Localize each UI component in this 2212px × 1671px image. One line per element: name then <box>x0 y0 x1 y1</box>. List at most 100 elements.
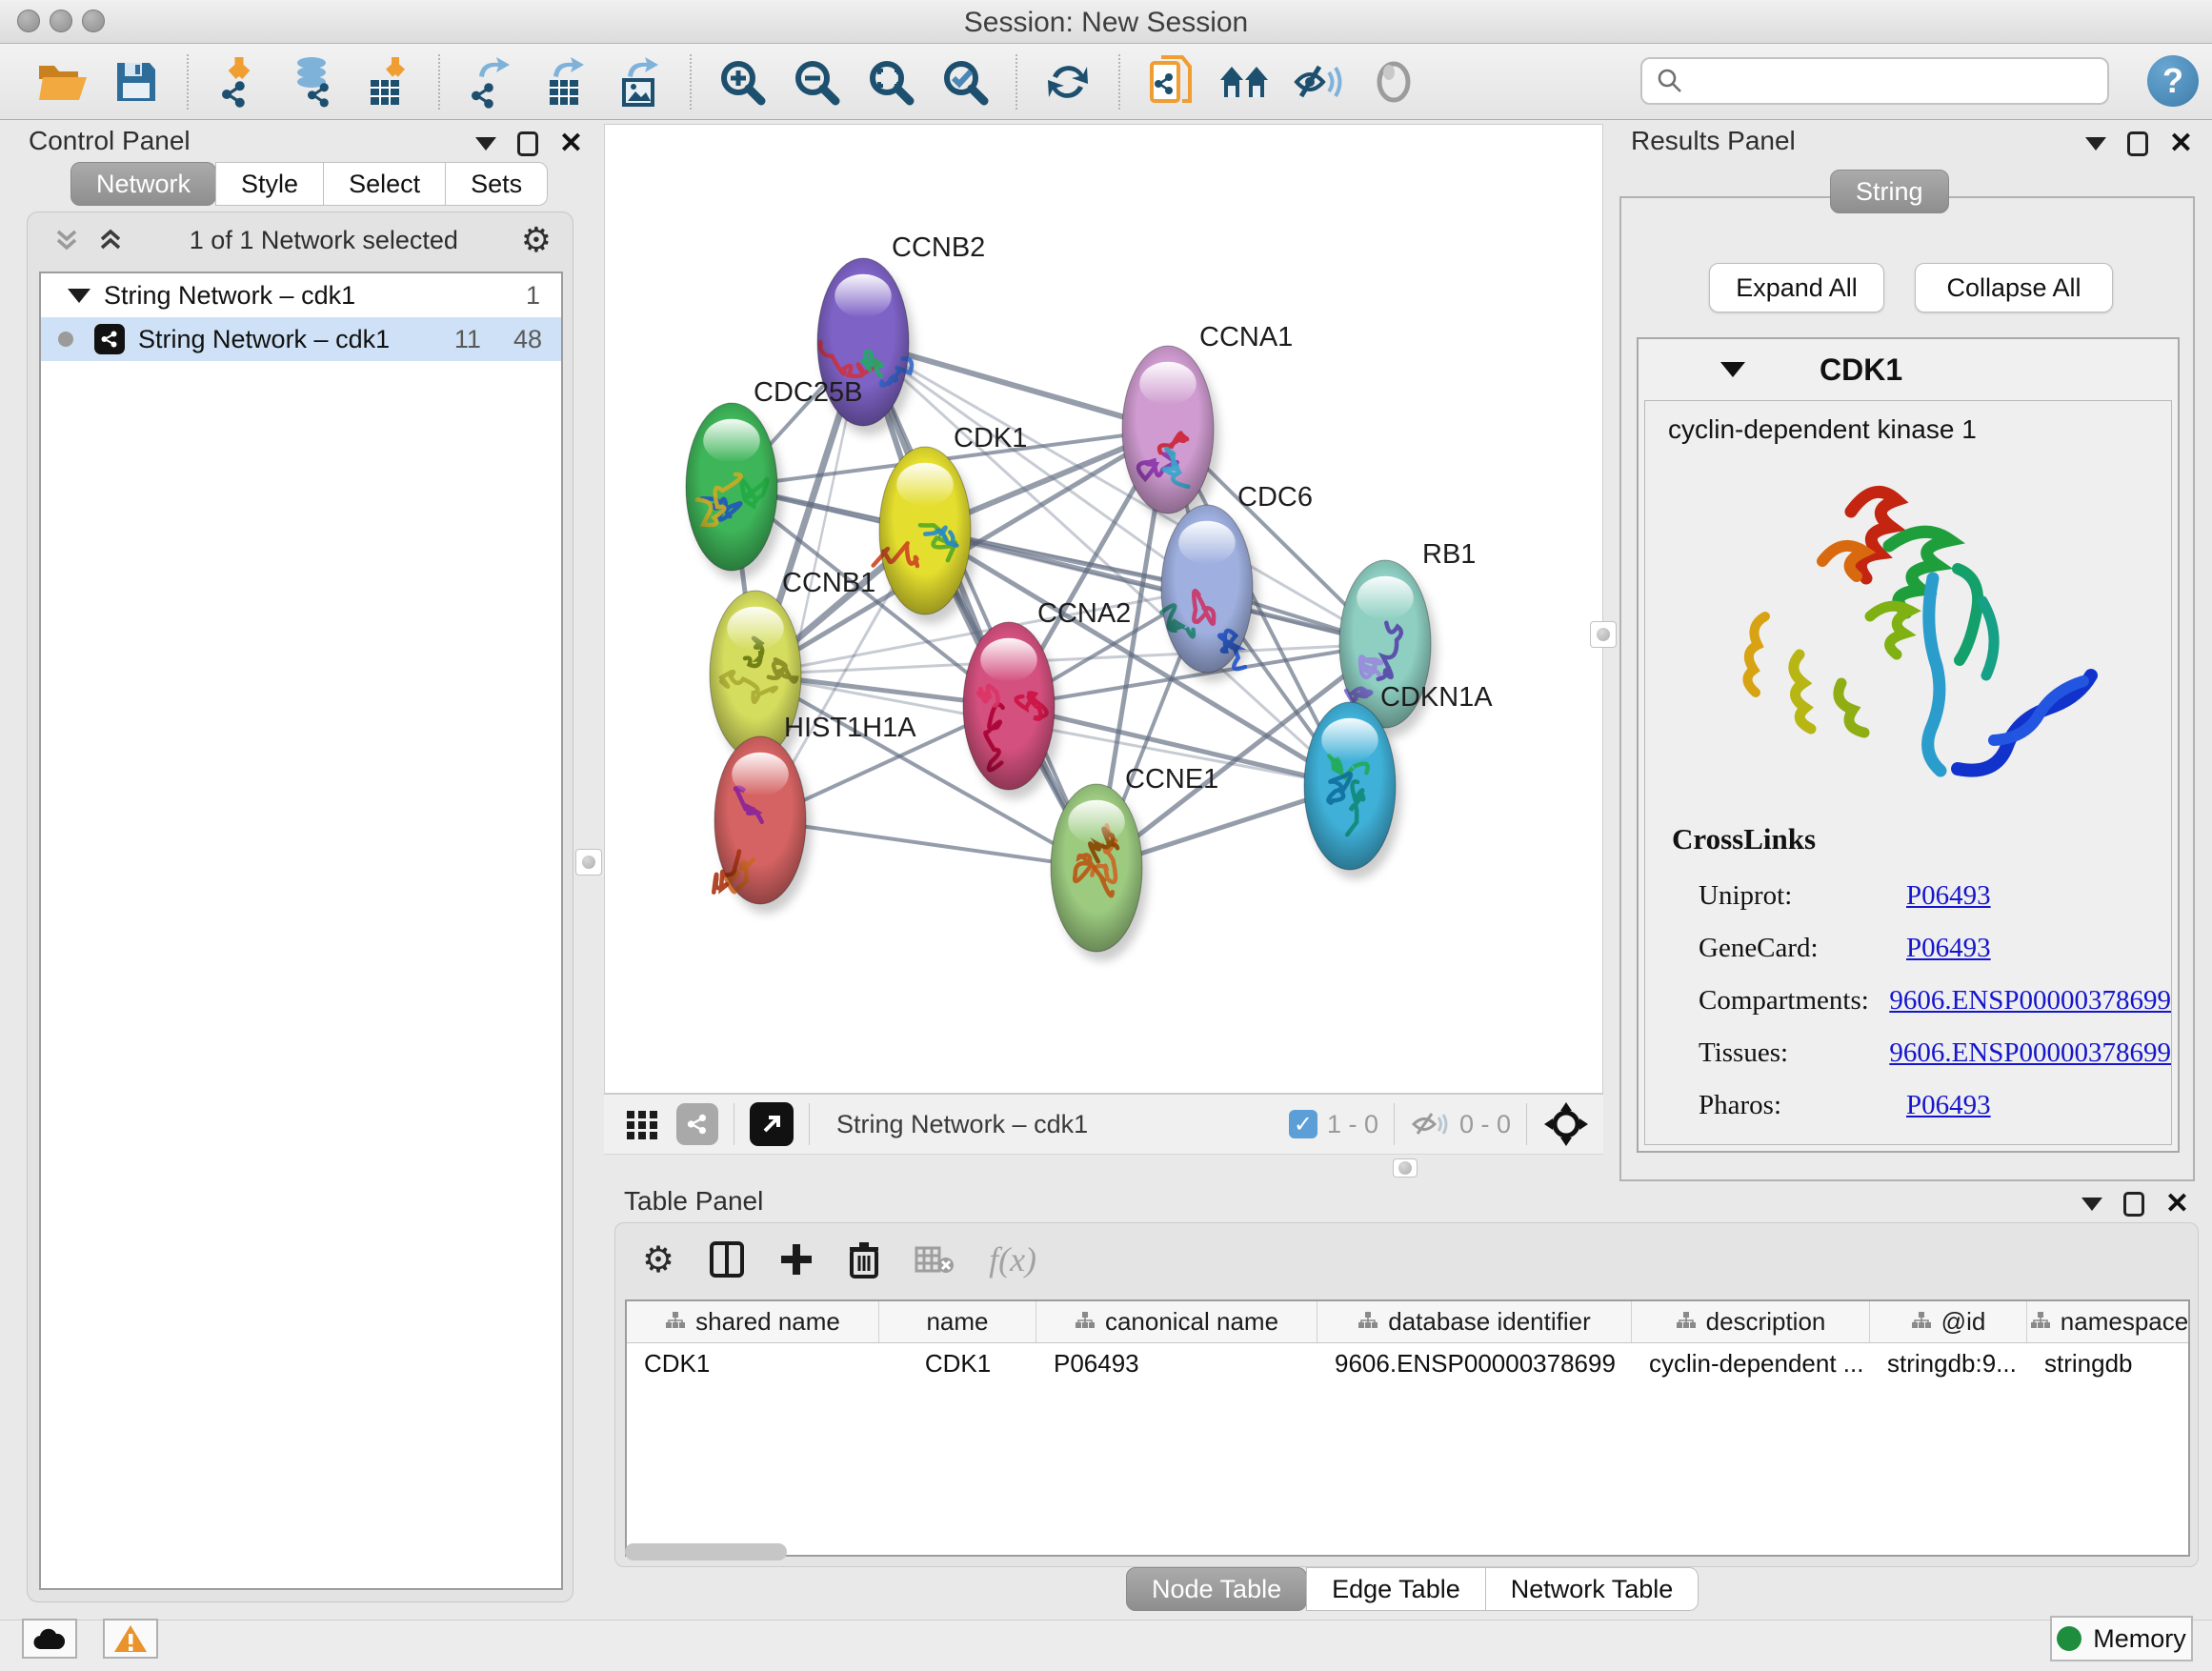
network-node[interactable] <box>686 403 783 580</box>
network-node[interactable] <box>963 622 1060 799</box>
tab-edge-table[interactable]: Edge Table <box>1306 1567 1486 1611</box>
import-network-database-icon[interactable] <box>282 51 345 112</box>
collection-count: 1 <box>526 281 540 311</box>
import-network-file-icon[interactable] <box>208 51 271 112</box>
tab-select[interactable]: Select <box>323 162 446 206</box>
collapse-all-button[interactable]: Collapse All <box>1915 263 2113 312</box>
selected-checkbox-icon[interactable]: ✓ <box>1289 1110 1317 1138</box>
zoom-selected-icon[interactable] <box>934 51 996 112</box>
results-panel-close-icon[interactable]: ✕ <box>2169 131 2193 156</box>
crosslink-link[interactable]: P06493 <box>1906 880 1991 912</box>
search-input[interactable] <box>1694 61 2107 101</box>
crosslink-link[interactable]: P06493 <box>1906 1090 1991 1121</box>
table-column-header[interactable]: name <box>879 1301 1036 1342</box>
tab-style[interactable]: Style <box>215 162 324 206</box>
table-column-header[interactable]: @id <box>1870 1301 2027 1342</box>
window-titlebar: Session: New Session <box>0 0 2212 44</box>
open-session-icon[interactable] <box>30 51 93 112</box>
tab-sets[interactable]: Sets <box>445 162 548 206</box>
cloud-button[interactable] <box>22 1619 77 1659</box>
tree-caret-icon[interactable] <box>68 289 90 303</box>
network-view-statusbar: String Network – cdk1 ✓ 1 - 0 0 - 0 <box>604 1094 1603 1155</box>
table-horizontal-scrollbar[interactable] <box>625 1543 787 1560</box>
export-image-icon[interactable] <box>608 51 671 112</box>
network-row[interactable]: String Network – cdk1 11 48 <box>41 317 561 361</box>
collapse-all-icon[interactable] <box>50 224 83 256</box>
memory-button[interactable]: Memory <box>2050 1616 2193 1661</box>
apply-layout-icon[interactable] <box>1036 51 1099 112</box>
birds-eye-toggle-icon[interactable] <box>1542 1100 1590 1148</box>
create-column-plus-icon[interactable] <box>779 1242 814 1277</box>
network-node[interactable] <box>1051 784 1148 961</box>
tab-node-table[interactable]: Node Table <box>1126 1567 1307 1611</box>
network-collection-row[interactable]: String Network – cdk1 1 <box>41 273 561 317</box>
expand-all-icon[interactable] <box>94 224 127 256</box>
table-panel-float-icon[interactable] <box>2123 1192 2144 1217</box>
control-panel-float-icon[interactable] <box>517 131 538 156</box>
results-panel-float-icon[interactable] <box>2127 131 2148 156</box>
graphics-details-icon[interactable] <box>1362 51 1425 112</box>
network-tree: String Network – cdk1 1 String Network –… <box>39 272 563 1590</box>
table-column-header[interactable]: canonical name <box>1036 1301 1317 1342</box>
tab-network[interactable]: Network <box>70 162 216 206</box>
column-tree-icon <box>1911 1307 1932 1337</box>
save-session-icon[interactable] <box>105 51 168 112</box>
control-panel-close-icon[interactable]: ✕ <box>559 131 583 156</box>
zoom-in-icon[interactable] <box>711 51 774 112</box>
network-node[interactable] <box>1122 346 1219 523</box>
show-columns-icon[interactable] <box>709 1240 745 1278</box>
network-node[interactable] <box>817 258 915 435</box>
help-button[interactable]: ? <box>2147 55 2199 107</box>
first-neighbors-icon[interactable] <box>1214 51 1277 112</box>
table-cell[interactable]: stringdb <box>2027 1343 2190 1383</box>
table-cell[interactable]: CDK1 <box>627 1343 879 1383</box>
network-view-title: String Network – cdk1 <box>836 1110 1088 1139</box>
view-share-icon[interactable] <box>676 1103 718 1145</box>
table-cell[interactable]: CDK1 <box>879 1343 1036 1383</box>
table-cell[interactable]: stringdb:9... <box>1870 1343 2027 1383</box>
export-network-icon[interactable] <box>459 51 522 112</box>
table-cell[interactable]: P06493 <box>1036 1343 1317 1383</box>
warnings-button[interactable] <box>103 1619 158 1659</box>
crosslink-link[interactable]: 9606.ENSP00000378699 <box>1889 1037 2171 1069</box>
hide-selected-icon[interactable] <box>1288 51 1351 112</box>
table-panel-close-icon[interactable]: ✕ <box>2165 1192 2189 1217</box>
control-panel-collapse-icon[interactable] <box>475 137 496 151</box>
crosslink-link[interactable]: 9606.ENSP00000378699 <box>1889 985 2171 1017</box>
entry-caret-icon[interactable] <box>1720 362 1745 377</box>
table-panel-collapse-icon[interactable] <box>2081 1198 2102 1211</box>
gene-entry-header[interactable]: CDK1 <box>1639 339 2178 400</box>
protein-structure-image <box>1708 454 2108 816</box>
export-table-icon[interactable] <box>533 51 596 112</box>
table-row[interactable]: CDK1CDK1P064939606.ENSP00000378699cyclin… <box>627 1343 2188 1383</box>
table-column-header[interactable]: namespace <box>2027 1301 2190 1342</box>
zoom-fit-icon[interactable] <box>859 51 922 112</box>
network-options-gear-icon[interactable]: ⚙ <box>521 220 552 260</box>
table-column-header[interactable]: description <box>1632 1301 1870 1342</box>
table-options-gear-icon[interactable]: ⚙ <box>642 1238 674 1281</box>
view-grid-icon[interactable] <box>623 1105 661 1143</box>
import-table-icon[interactable] <box>356 51 419 112</box>
network-node[interactable] <box>714 736 812 914</box>
table-cell[interactable]: cyclin-dependent ... <box>1632 1343 1870 1383</box>
tab-network-table[interactable]: Network Table <box>1485 1567 1699 1611</box>
delete-table-icon[interactable] <box>915 1244 955 1275</box>
open-view-in-window-icon[interactable] <box>750 1102 794 1146</box>
network-canvas[interactable]: CCNB2CCNA1CDC25BCDK1CDC6RB1CCNB1CCNA2CDK… <box>604 124 1603 1094</box>
new-network-from-selection-icon[interactable] <box>1139 51 1202 112</box>
expand-all-button[interactable]: Expand All <box>1709 263 1884 312</box>
network-node-label: CCNE1 <box>1125 764 1218 795</box>
hidden-eye-icon[interactable] <box>1410 1108 1450 1140</box>
results-panel-collapse-icon[interactable] <box>2085 137 2106 151</box>
left-splitter-handle[interactable] <box>575 849 602 876</box>
delete-column-trash-icon[interactable] <box>848 1240 880 1278</box>
results-tab-string[interactable]: String <box>1830 170 1949 213</box>
gene-entry: CDK1 cyclin-dependent kinase 1 <box>1637 337 2180 1153</box>
zoom-out-icon[interactable] <box>785 51 848 112</box>
function-builder-icon[interactable]: f(x) <box>989 1239 1036 1279</box>
table-cell[interactable]: 9606.ENSP00000378699 <box>1317 1343 1632 1383</box>
crosslink-link[interactable]: P06493 <box>1906 933 1991 964</box>
table-column-header[interactable]: shared name <box>627 1301 879 1342</box>
bottom-splitter-handle[interactable] <box>1393 1158 1418 1178</box>
table-column-header[interactable]: database identifier <box>1317 1301 1632 1342</box>
